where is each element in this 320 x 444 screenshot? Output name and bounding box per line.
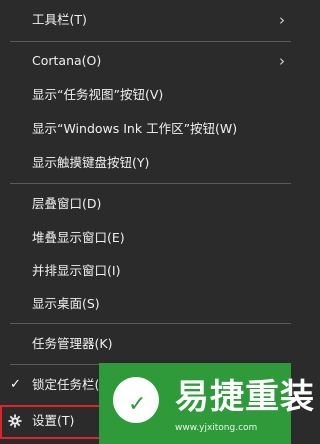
- menu-item-task-view-button[interactable]: 显示“任务视图”按钮(V): [0, 77, 291, 113]
- menu-item-label: 显示触摸键盘按钮(Y): [32, 155, 150, 170]
- menu-item-label: 显示桌面(S): [32, 296, 100, 311]
- menu-item-side-by-side-windows[interactable]: 并排显示窗口(I): [0, 253, 291, 289]
- submenu-arrow-icon: ›: [279, 52, 285, 70]
- menu-item-label: 显示“Windows Ink 工作区”按钮(W): [32, 121, 238, 136]
- menu-item-windows-ink-button[interactable]: 显示“Windows Ink 工作区”按钮(W): [0, 111, 291, 147]
- menu-separator: [10, 183, 291, 184]
- logo-check-icon: ✓: [128, 392, 147, 417]
- menu-item-toolbars[interactable]: 工具栏(T) ›: [0, 2, 291, 38]
- menu-item-label: 堆叠显示窗口(E): [32, 230, 125, 245]
- menu-separator: [10, 323, 291, 324]
- menu-item-label: 工具栏(T): [32, 12, 87, 27]
- menu-item-stack-windows[interactable]: 堆叠显示窗口(E): [0, 220, 291, 256]
- menu-item-label: Cortana(O): [32, 53, 102, 68]
- menu-item-task-manager[interactable]: 任务管理器(K): [0, 326, 291, 362]
- menu-item-label: 层叠窗口(D): [32, 196, 102, 211]
- menu-item-show-desktop[interactable]: 显示桌面(S): [0, 286, 291, 322]
- menu-item-label: 任务管理器(K): [32, 336, 113, 351]
- checkmark-icon: ✓: [10, 377, 21, 392]
- menu-item-label: 并排显示窗口(I): [32, 263, 121, 278]
- watermark-brand: 易捷重装: [175, 377, 315, 417]
- submenu-arrow-icon: ›: [279, 11, 285, 29]
- menu-item-cascade-windows[interactable]: 层叠窗口(D): [0, 186, 291, 222]
- menu-item-touch-keyboard-button[interactable]: 显示触摸键盘按钮(Y): [0, 145, 291, 181]
- settings-highlight-box: [0, 405, 106, 439]
- watermark-logo: ✓ 易捷重装 www.yjxitong.com: [99, 363, 314, 444]
- menu-item-label: 显示“任务视图”按钮(V): [32, 87, 164, 102]
- menu-separator: [10, 41, 291, 42]
- watermark-url: www.yjxitong.com: [175, 423, 258, 433]
- menu-item-cortana[interactable]: Cortana(O) ›: [0, 43, 291, 79]
